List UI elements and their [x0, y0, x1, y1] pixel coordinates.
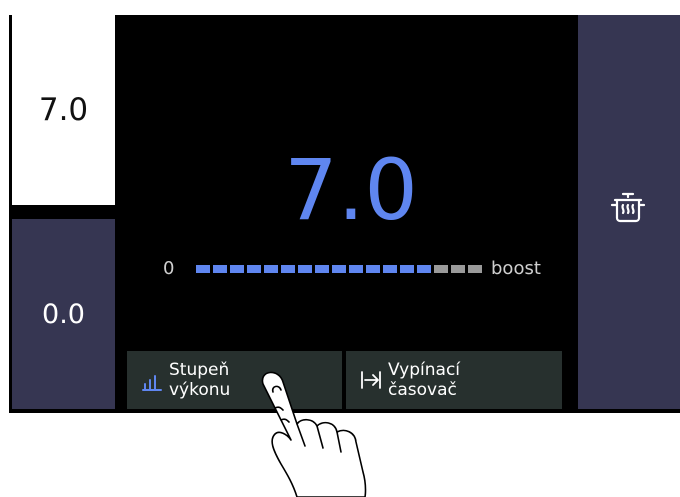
- arrow-to-bar-icon: [361, 371, 381, 389]
- power-level-label: Stupeň výkonu: [169, 360, 231, 400]
- level-segment: [213, 265, 227, 273]
- zone-active-tile[interactable]: 7.0: [12, 15, 115, 205]
- power-level-button[interactable]: Stupeň výkonu: [127, 351, 342, 409]
- level-segment: [400, 265, 414, 273]
- pot-function-button[interactable]: [578, 15, 680, 409]
- level-segment: [332, 265, 346, 273]
- power-level-bar[interactable]: [196, 265, 482, 273]
- timer-button[interactable]: Vypínací časovač: [346, 351, 562, 409]
- level-segment: [434, 265, 448, 273]
- pot-steam-icon: [610, 192, 646, 223]
- level-segment: [383, 265, 397, 273]
- level-segment: [281, 265, 295, 273]
- level-segment: [417, 265, 431, 273]
- timer-label: Vypínací časovač: [388, 360, 461, 400]
- power-level-display: 7.0: [284, 141, 418, 239]
- zone-idle-tile[interactable]: 0.0: [12, 219, 115, 409]
- level-segment: [366, 265, 380, 273]
- zone-idle-value: 0.0: [42, 298, 85, 330]
- scale-min-label: 0: [163, 258, 175, 279]
- level-segment: [451, 265, 465, 273]
- level-segment: [315, 265, 329, 273]
- level-segment: [196, 265, 210, 273]
- level-segment: [264, 265, 278, 273]
- bar-chart-icon: [142, 375, 162, 391]
- level-segment: [247, 265, 261, 273]
- zone-active-value: 7.0: [38, 92, 89, 128]
- scale-max-label: boost: [491, 258, 541, 279]
- level-segment: [298, 265, 312, 273]
- level-segment: [349, 265, 363, 273]
- level-segment: [468, 265, 482, 273]
- level-segment: [230, 265, 244, 273]
